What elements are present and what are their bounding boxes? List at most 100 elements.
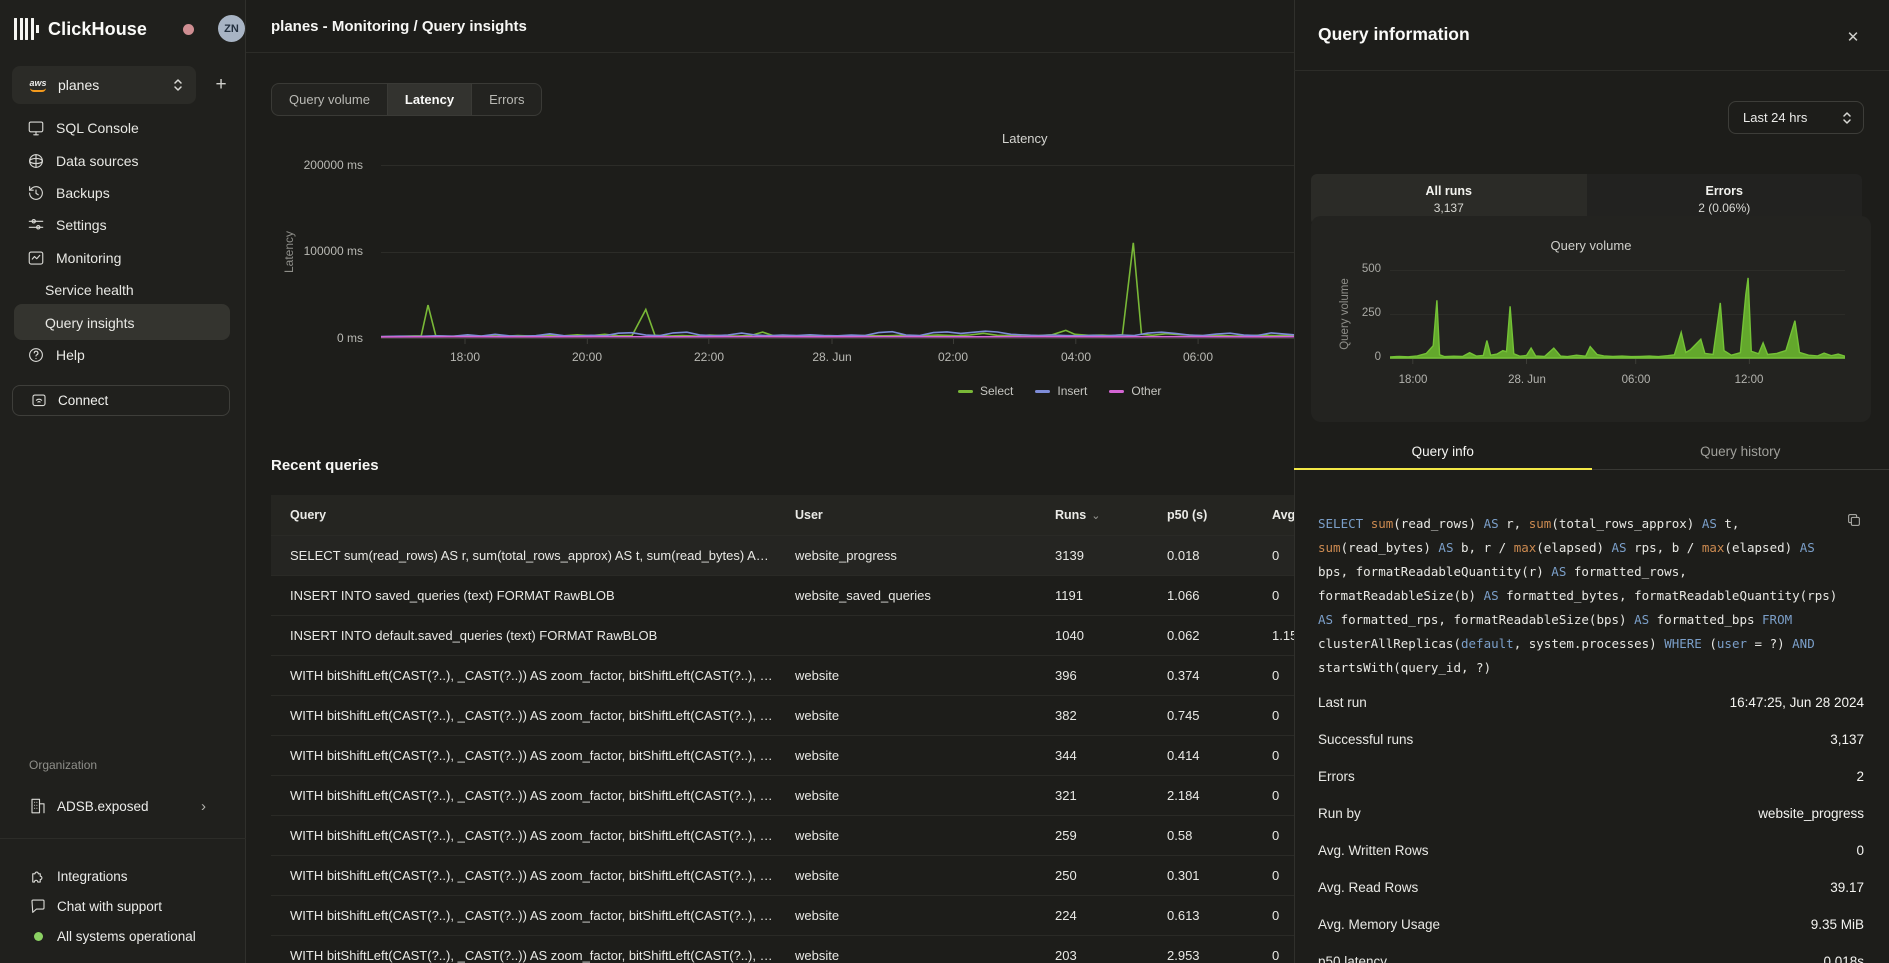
x-tick-label: 04:00 [1041,350,1111,364]
copy-icon[interactable] [1846,512,1864,530]
cell-runs: 396 [1036,668,1148,683]
cell-query: INSERT INTO default.saved_queries (text)… [271,628,776,643]
sql-token: AS [1702,516,1725,531]
add-service-button[interactable]: + [207,70,235,100]
table-row[interactable]: INSERT INTO saved_queries (text) FORMAT … [271,575,1294,615]
history-icon [27,184,45,202]
legend-label: Select [980,384,1013,398]
tab-query-volume[interactable]: Query volume [272,84,388,115]
y-tick-label: 200000 ms [278,158,363,172]
summary-tab-value: 3,137 [1434,201,1464,215]
table-row[interactable]: WITH bitShiftLeft(CAST(?..), _CAST(?..))… [271,735,1294,775]
sql-token: (read_rows) [1393,516,1483,531]
sidebar-item-chat-support[interactable]: Chat with support [0,891,246,921]
legend-swatch-select [958,390,973,393]
cell-avg: 0 [1253,908,1294,923]
chart-tab-group: Query volume Latency Errors [271,83,542,116]
sidebar-item-label: Settings [56,217,107,233]
query-volume-card: Query volume 500 250 0 Query volume 18:0… [1311,216,1871,422]
latency-chart-svg [381,165,1294,345]
brand-row: ClickHouse ZN [14,14,232,44]
tab-query-info[interactable]: Query info [1294,434,1592,469]
cell-query: WITH bitShiftLeft(CAST(?..), _CAST(?..))… [271,708,776,723]
table-row[interactable]: WITH bitShiftLeft(CAST(?..), _CAST(?..))… [271,935,1294,963]
column-header-runs[interactable]: Runs⌄ [1036,508,1148,522]
sidebar-item-label: Integrations [57,869,128,884]
sidebar-item-data-sources[interactable]: Data sources [0,144,246,176]
table-row[interactable]: WITH bitShiftLeft(CAST(?..), _CAST(?..))… [271,855,1294,895]
cell-p50: 0.58 [1148,828,1253,843]
cell-avg: 0 [1253,548,1294,563]
stat-row: Last run 16:47:25, Jun 28 2024 [1318,684,1864,721]
sidebar-item-system-status[interactable]: All systems operational [0,921,246,951]
building-icon [29,797,47,815]
sidebar-item-settings[interactable]: Settings [0,209,246,241]
legend-item-other[interactable]: Other [1109,384,1161,398]
panel-tabs: Query info Query history [1294,434,1889,470]
organization-selector[interactable]: ADSB.exposed › [0,790,246,822]
cell-avg: 1.15 [1253,628,1294,643]
cell-user: website [776,828,1036,843]
cell-query: WITH bitShiftLeft(CAST(?..), _CAST(?..))… [271,868,776,883]
cell-query: INSERT INTO saved_queries (text) FORMAT … [271,588,776,603]
cell-user: website_saved_queries [776,588,1036,603]
legend-item-select[interactable]: Select [958,384,1013,398]
x-tick-label: 18:00 [1381,374,1445,386]
sql-token: (elapsed) [1724,540,1799,555]
close-icon[interactable]: ✕ [1842,26,1864,48]
y-tick-label: 500 [1347,263,1381,275]
column-header-p50[interactable]: p50 (s) [1148,508,1253,522]
main-content: planes - Monitoring / Query insights Que… [246,0,1294,963]
tab-query-history[interactable]: Query history [1592,434,1889,469]
time-range-value: Last 24 hrs [1743,110,1807,125]
table-row[interactable]: WITH bitShiftLeft(CAST(?..), _CAST(?..))… [271,815,1294,855]
cell-query: WITH bitShiftLeft(CAST(?..), _CAST(?..))… [271,788,776,803]
recent-queries-table: Query User Runs⌄ p50 (s) Avg. SELECT sum… [271,495,1294,963]
stat-value: 0 [1856,843,1864,858]
y-axis-title: Query volume [1339,272,1351,356]
legend-item-insert[interactable]: Insert [1035,384,1087,398]
time-range-dropdown[interactable]: Last 24 hrs [1728,101,1864,134]
avatar[interactable]: ZN [218,15,245,42]
table-row[interactable]: WITH bitShiftLeft(CAST(?..), _CAST(?..))… [271,695,1294,735]
service-selector[interactable]: aws planes [12,66,196,104]
sidebar-item-integrations[interactable]: Integrations [0,861,246,891]
sidebar-item-monitoring[interactable]: Monitoring [0,242,246,274]
query-stats-list: Last run16:47:25, Jun 28 2024Successful … [1318,684,1864,963]
sql-token: startsWith(query_id, ?) [1318,660,1491,675]
sql-token: formatted_rps, formatReadableSize(bps) [1341,612,1635,627]
stat-label: Last run [1318,695,1367,710]
sql-token: sum [1371,516,1394,531]
column-header-query[interactable]: Query [271,508,776,522]
sql-token: = ?) [1747,636,1792,651]
cell-user: website [776,868,1036,883]
sql-token: clusterAllReplicas( [1318,636,1461,651]
cell-runs: 203 [1036,948,1148,963]
stat-label: Avg. Memory Usage [1318,917,1440,932]
stat-value: website_progress [1758,806,1864,821]
sidebar-item-sql-console[interactable]: SQL Console [0,112,246,144]
sidebar-item-service-health[interactable]: Service health [0,274,246,306]
stat-row: Errors2 [1318,758,1864,795]
table-row[interactable]: WITH bitShiftLeft(CAST(?..), _CAST(?..))… [271,655,1294,695]
table-row[interactable]: WITH bitShiftLeft(CAST(?..), _CAST(?..))… [271,775,1294,815]
table-row[interactable]: SELECT sum(read_rows) AS r, sum(total_ro… [271,535,1294,575]
tab-latency[interactable]: Latency [388,84,472,115]
connect-button[interactable]: Connect [12,385,230,416]
sql-code-block: SELECT sum(read_rows) AS r, sum(total_ro… [1318,512,1846,680]
sidebar-item-help[interactable]: Help [0,339,246,371]
tab-errors[interactable]: Errors [472,84,541,115]
sidebar-item-query-insights[interactable]: Query insights [0,306,246,338]
table-row[interactable]: WITH bitShiftLeft(CAST(?..), _CAST(?..))… [271,895,1294,935]
volume-x-labels: 18:0028. Jun06:0012:00 [1390,374,1845,388]
column-header-user[interactable]: User [776,508,1036,522]
table-row[interactable]: INSERT INTO default.saved_queries (text)… [271,615,1294,655]
x-tick-label: 06:00 [1163,350,1233,364]
stat-value: 16:47:25, Jun 28 2024 [1730,695,1864,710]
x-tick-label: 28. Jun [1495,374,1559,386]
aws-icon: aws [27,79,49,92]
column-header-avg[interactable]: Avg. [1253,508,1294,522]
terminal-icon [27,119,45,137]
sidebar-item-backups[interactable]: Backups [0,177,246,209]
sql-token: ( [1709,636,1717,651]
